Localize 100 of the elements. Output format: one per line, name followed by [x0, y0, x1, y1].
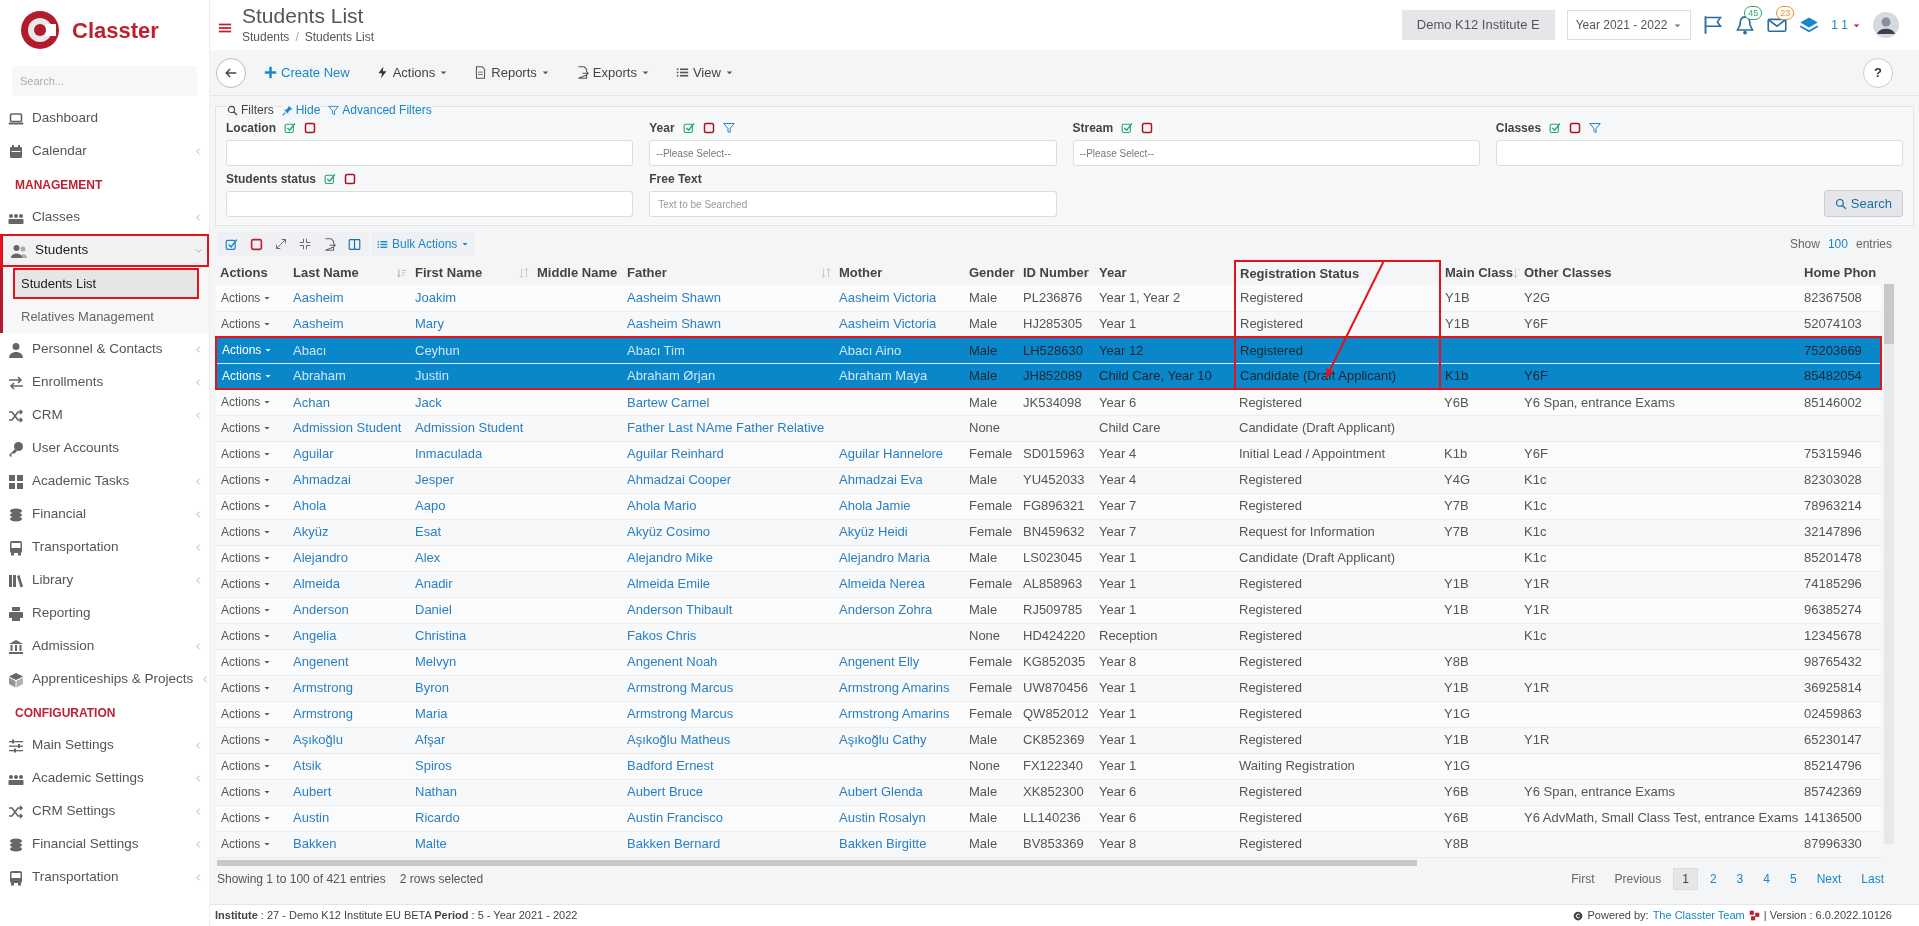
- table-link[interactable]: Aşıkoğlu Matheus: [623, 727, 835, 753]
- flag-icon[interactable]: [1703, 15, 1724, 35]
- table-link[interactable]: Akyüz: [289, 519, 411, 545]
- columns-icon[interactable]: [348, 237, 361, 251]
- layers-icon[interactable]: [1799, 15, 1820, 35]
- table-row[interactable]: Actions Akyüz Esat Akyüz Cosimo Akyüz Heidi Female BN459632 Year 7 Request for Information Y7B K1c 32147896: [216, 519, 1881, 545]
- pagination-button[interactable]: 3: [1728, 867, 1752, 890]
- table-link[interactable]: Armstrong Marcus: [623, 701, 835, 727]
- table-row[interactable]: Actions Achan Jack Bartew Carnel Male JK534098 Year 6 Registered Y6B Y6 Span, entrance Exams 85146002: [216, 389, 1881, 415]
- sidebar-item[interactable]: Apprenticeships & Projects: [0, 663, 209, 696]
- sidebar-item[interactable]: CRM: [0, 399, 209, 432]
- row-actions-button[interactable]: Actions: [221, 731, 272, 749]
- sidebar-item[interactable]: Financial Settings: [0, 828, 209, 861]
- table-link[interactable]: Aşıkoğlu Cathy: [835, 727, 965, 753]
- table-link[interactable]: Austin: [289, 805, 411, 831]
- funnel-icon[interactable]: [722, 122, 735, 134]
- table-link[interactable]: Melvyn: [411, 649, 533, 675]
- table-row[interactable]: Actions Alejandro Alex Alejandro Mike Alejandro Maria Male LS023045 Year 1 Candidate (Draft Applicant) K1c 85201478: [216, 545, 1881, 571]
- table-link[interactable]: Ricardo: [411, 805, 533, 831]
- toolbar-button[interactable]: Exports: [567, 57, 658, 88]
- table-link[interactable]: Almeida Emile: [623, 571, 835, 597]
- table-link[interactable]: Almeida: [289, 571, 411, 597]
- select-field[interactable]: --Please Select--: [1072, 140, 1480, 166]
- table-link[interactable]: Angenent: [289, 649, 411, 675]
- input-field[interactable]: [1495, 140, 1903, 166]
- table-link[interactable]: Armstrong Amarins: [835, 701, 965, 727]
- table-link[interactable]: Badford Ernest: [623, 753, 835, 779]
- table-row[interactable]: Actions Atsik Spiros Badford Ernest None FX122340 Year 1 Waiting Registration Y1G 85214796: [216, 753, 1881, 779]
- help-button[interactable]: ?: [1863, 57, 1893, 88]
- export-icon[interactable]: [323, 237, 336, 251]
- sidebar-item[interactable]: Academic Settings: [0, 762, 209, 795]
- table-row[interactable]: Actions Aubert Nathan Aubert Bruce Aubert Glenda Male XK852300 Year 6 Registered Y6B Y6 Span, entrance Exams 85742369: [216, 779, 1881, 805]
- table-link[interactable]: Armstrong Marcus: [623, 675, 835, 701]
- select-field[interactable]: --Please Select--: [649, 140, 1057, 166]
- table-link[interactable]: Ahmadzai: [289, 467, 411, 493]
- table-link[interactable]: Daniel: [411, 597, 533, 623]
- sidebar-item[interactable]: Admission: [0, 630, 209, 663]
- table-row[interactable]: Actions Armstrong Maria Armstrong Marcus Armstrong Amarins Female QW852012 Year 1 Registered Y1G 02459863: [216, 701, 1881, 727]
- table-link[interactable]: Austin Rosalyn: [835, 805, 965, 831]
- table-link[interactable]: Armstrong: [289, 675, 411, 701]
- checkbox-empty-icon[interactable]: [1569, 122, 1582, 134]
- table-row[interactable]: Actions Almeida Anadir Almeida Emile Almeida Nerea Female AL858963 Year 1 Registered Y1B Y1R 74185296: [216, 571, 1881, 597]
- table-link[interactable]: Aasheim Victoria: [835, 285, 965, 311]
- table-row[interactable]: Actions Admission Student Admission Student Father Last NAme Father Relative None Child Care Candidate (Draft Applicant): [216, 415, 1881, 441]
- table-link[interactable]: Ahola Mario: [623, 493, 835, 519]
- table-link[interactable]: Aasheim Victoria: [835, 311, 965, 337]
- pagination-button[interactable]: 5: [1781, 867, 1805, 890]
- pagination-button[interactable]: Previous: [1606, 867, 1670, 890]
- row-actions-button[interactable]: Actions: [221, 835, 272, 853]
- sidebar-item[interactable]: User Accounts: [0, 432, 209, 465]
- table-link[interactable]: Aasheim Shawn: [623, 311, 835, 337]
- table-row[interactable]: Actions Ahmadzai Jesper Ahmadzai Cooper Ahmadzai Eva Male YU452033 Year 4 Registered Y4G K1c 82303028: [216, 467, 1881, 493]
- table-link[interactable]: Anderson Zohra: [835, 597, 965, 623]
- table-link[interactable]: Akyüz Heidi: [835, 519, 965, 545]
- sidebar-item[interactable]: Calendar: [0, 135, 209, 168]
- expand-icon[interactable]: [275, 238, 287, 250]
- breadcrumb-item[interactable]: Students: [242, 28, 290, 46]
- row-actions-button[interactable]: Actions: [221, 601, 272, 619]
- table-link[interactable]: Armstrong: [289, 701, 411, 727]
- sidebar-item[interactable]: Dashboard: [0, 102, 209, 135]
- pagination-button[interactable]: First: [1563, 867, 1603, 890]
- sidebar-item[interactable]: Students: [0, 234, 209, 267]
- horizontal-scrollbar[interactable]: [217, 859, 1417, 866]
- deselect-icon[interactable]: [250, 237, 263, 251]
- checkbox-checked-icon[interactable]: [324, 173, 336, 185]
- table-link[interactable]: Malte: [411, 831, 533, 857]
- back-button[interactable]: [216, 57, 246, 88]
- row-actions-button[interactable]: Actions: [221, 549, 272, 567]
- input-field[interactable]: [226, 191, 634, 217]
- table-link[interactable]: Nathan: [411, 779, 533, 805]
- sidebar-item[interactable]: Transportation: [0, 861, 209, 894]
- table-link[interactable]: Mary: [411, 311, 533, 337]
- table-row[interactable]: Actions Angelia Christina Fakos Chris None HD424220 Reception Registered K1c 12345678: [216, 623, 1881, 649]
- checkbox-checked-icon[interactable]: [682, 122, 695, 134]
- sidebar-item[interactable]: Classes: [0, 201, 209, 234]
- table-row[interactable]: Actions Aguilar Inmaculada Aguilar Reinhard Aguilar Hannelore Female SD015963 Year 4 Initial Lead / Appointment K1b Y6F 75315946: [216, 441, 1881, 467]
- table-link[interactable]: Ahola: [289, 493, 411, 519]
- year-dropdown[interactable]: Year 2021 - 2022: [1566, 10, 1692, 40]
- table-link[interactable]: Ahmadzai Eva: [835, 467, 965, 493]
- row-actions-button[interactable]: Actions: [221, 314, 272, 333]
- table-link[interactable]: Almeida Nerea: [835, 571, 965, 597]
- sidebar-item[interactable]: Enrollments: [0, 366, 209, 399]
- table-link[interactable]: Austin Francisco: [623, 805, 835, 831]
- row-actions-button[interactable]: Actions: [221, 679, 272, 697]
- institute-button[interactable]: Demo K12 Institute E: [1401, 10, 1555, 40]
- toolbar-button[interactable]: View: [667, 57, 742, 88]
- row-actions-button[interactable]: Actions: [221, 523, 272, 541]
- pagination-button[interactable]: Last: [1853, 867, 1892, 890]
- bulk-actions-button[interactable]: Bulk Actions: [371, 232, 476, 256]
- table-link[interactable]: Fakos Chris: [623, 623, 835, 649]
- row-actions-button[interactable]: Actions: [221, 705, 272, 723]
- table-link[interactable]: Angelia: [289, 623, 411, 649]
- table-link[interactable]: Akyüz Cosimo: [623, 519, 835, 545]
- team-link[interactable]: The Classter Team: [1652, 907, 1745, 924]
- select-all-icon[interactable]: [225, 237, 238, 251]
- row-actions-button[interactable]: Actions: [221, 393, 272, 412]
- table-link[interactable]: Bartew Carnel: [623, 389, 835, 415]
- table-link[interactable]: Ahmadzai Cooper: [623, 467, 835, 493]
- table-row[interactable]: Actions Bakken Malte Bakken Bernard Bakken Birgitte Male BV853369 Year 8 Registered Y8B 87996330: [216, 831, 1881, 857]
- row-actions-button[interactable]: Actions: [221, 471, 272, 489]
